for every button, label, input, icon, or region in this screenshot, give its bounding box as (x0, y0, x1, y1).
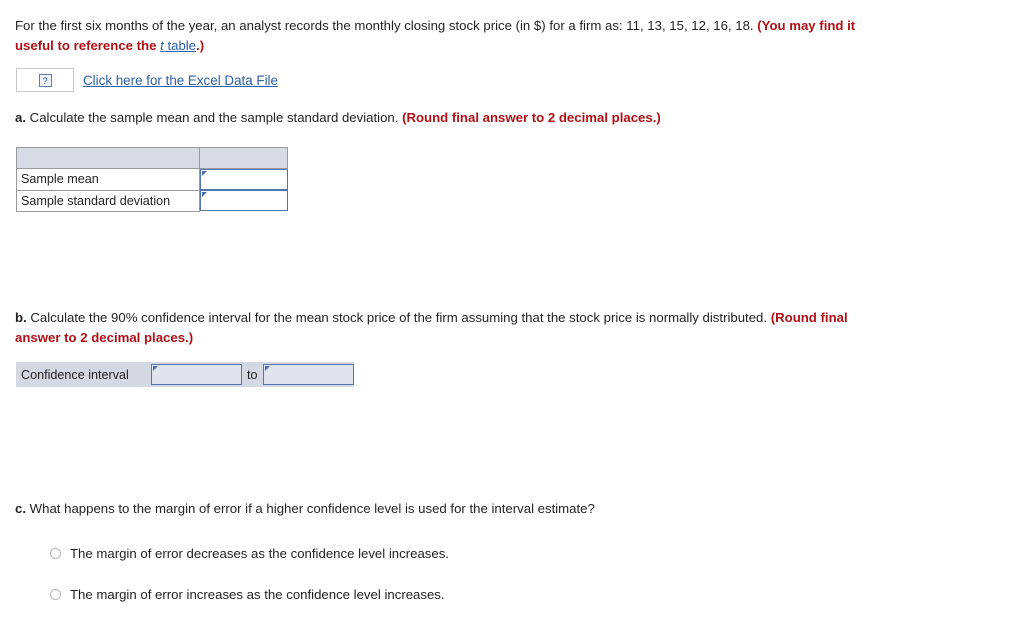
broken-image-icon: ? (16, 68, 74, 92)
choice-1-label: The margin of error decreases as the con… (70, 546, 449, 561)
intro-emphasis-tail: .) (196, 38, 205, 54)
part-a-letter: a. (15, 110, 26, 125)
part-b-letter: b. (15, 310, 27, 325)
sample-stats-table: Sample mean Sample standard deviation (16, 147, 288, 212)
table-row: Sample mean (16, 168, 288, 191)
choice-option-1[interactable]: The margin of error decreases as the con… (50, 545, 449, 562)
confidence-interval-lower-cell (151, 362, 242, 387)
confidence-interval-label: Confidence interval (16, 362, 151, 387)
excel-data-file-row: ? Click here for the Excel Data File (16, 68, 278, 92)
part-b-prompt: b. Calculate the 90% confidence interval… (15, 308, 885, 349)
part-a-prompt: a. Calculate the sample mean and the sam… (15, 108, 895, 128)
part-c-text: What happens to the margin of error if a… (26, 501, 595, 516)
header-cell-label (16, 147, 200, 169)
part-c-letter: c. (15, 501, 26, 516)
question-intro: For the first six months of the year, an… (15, 16, 875, 57)
radio-button-icon[interactable] (50, 589, 61, 601)
radio-button-icon[interactable] (50, 548, 61, 559)
confidence-interval-table: Confidence interval to (16, 362, 354, 387)
part-a-text: Calculate the sample mean and the sample… (26, 110, 403, 125)
confidence-interval-upper-cell (262, 362, 354, 387)
sample-sd-cell (199, 190, 288, 211)
part-a-emphasis: (Round final answer to 2 decimal places.… (402, 110, 661, 125)
table-row: Confidence interval to (16, 362, 354, 387)
header-cell-value (199, 147, 288, 169)
table-row: Sample standard deviation (16, 189, 288, 212)
t-table-link-rest: table (163, 38, 197, 54)
choice-2-label: The margin of error increases as the con… (70, 587, 445, 603)
sample-standard-deviation-input[interactable] (200, 190, 288, 211)
choice-option-2[interactable]: The margin of error increases as the con… (50, 586, 449, 603)
excel-data-file-link[interactable]: Click here for the Excel Data File (83, 73, 278, 88)
t-table-link[interactable]: t table (160, 38, 196, 53)
sample-mean-label: Sample mean (16, 168, 200, 191)
part-c-prompt: c. What happens to the margin of error i… (15, 499, 895, 519)
sample-mean-cell (199, 168, 288, 190)
confidence-interval-separator: to (242, 362, 263, 387)
confidence-interval-upper-input[interactable] (262, 364, 354, 385)
question-mark-glyph: ? (38, 73, 52, 87)
intro-text: For the first six months of the year, an… (15, 18, 758, 33)
table-header-row (16, 147, 288, 169)
part-b-text: Calculate the 90% confidence interval fo… (26, 310, 771, 325)
sample-sd-label: Sample standard deviation (16, 189, 200, 212)
answer-choices: The margin of error decreases as the con… (50, 545, 449, 627)
worksheet-page: For the first six months of the year, an… (0, 0, 1024, 640)
sample-mean-input[interactable] (200, 169, 288, 190)
confidence-interval-lower-input[interactable] (151, 364, 242, 385)
